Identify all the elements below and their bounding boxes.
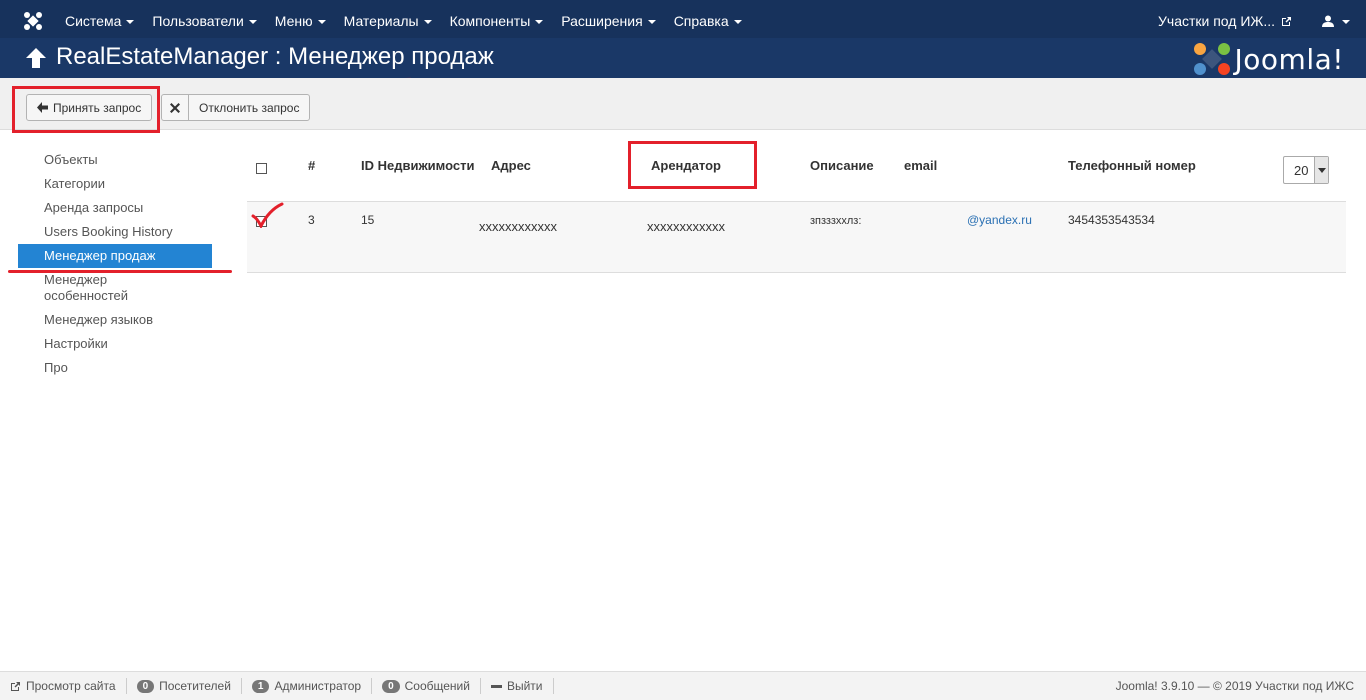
view-site-label: Просмотр сайта xyxy=(26,679,116,693)
toolbar: Принять запрос Отклонить запрос xyxy=(0,78,1366,130)
visitors-badge: 0 xyxy=(136,679,155,693)
header-phone[interactable]: Телефонный номер xyxy=(1068,158,1196,173)
cell-property-id: 15 xyxy=(361,213,375,227)
sidebar-item-about[interactable]: Про xyxy=(18,356,212,380)
logout-link[interactable]: Выйти xyxy=(481,678,554,694)
caret-down-icon xyxy=(317,20,326,24)
sidebar-item-objects[interactable]: Объекты xyxy=(18,148,212,172)
messages-badge: 0 xyxy=(382,679,400,693)
joomla-brand-icon xyxy=(1193,43,1230,75)
menu-extensions[interactable]: Расширения xyxy=(552,0,664,42)
user-menu[interactable] xyxy=(1322,15,1350,27)
menu-label: Справка xyxy=(673,13,729,29)
page: Система Пользователи Меню Материалы Комп… xyxy=(0,0,1366,700)
menu-help[interactable]: Справка xyxy=(665,0,751,42)
messages-status[interactable]: 0 Сообщений xyxy=(372,678,481,694)
reject-request-label: Отклонить запрос xyxy=(199,100,300,115)
header-num[interactable]: # xyxy=(308,158,315,173)
messages-label: Сообщений xyxy=(404,679,470,693)
menu-system[interactable]: Система xyxy=(56,0,143,42)
menu-label: Расширения xyxy=(561,13,643,29)
list-limit-value: 20 xyxy=(1294,163,1309,178)
logout-label: Выйти xyxy=(506,679,543,693)
title-bar: RealEstateManager : Менеджер продаж Joom… xyxy=(0,38,1366,78)
header-property-id[interactable]: ID Недвижимости xyxy=(361,158,474,173)
menu-label: Меню xyxy=(274,13,313,29)
menu-components[interactable]: Компоненты xyxy=(441,0,553,42)
external-link-icon xyxy=(11,681,20,691)
status-footer: Просмотр сайта 0 Посетителей 1 Администр… xyxy=(0,671,1366,700)
cell-num: 3 xyxy=(308,213,315,227)
close-icon-box xyxy=(162,95,189,120)
menu-label: Пользователи xyxy=(152,13,244,29)
cell-description: зпзззхxлз: xyxy=(810,215,862,227)
reject-request-button[interactable]: Отклонить запрос xyxy=(161,94,311,121)
cell-email-link[interactable]: @yandex.ru xyxy=(967,213,1032,227)
sidebar-item-booking-history[interactable]: Users Booking History xyxy=(18,220,212,244)
navbar-right: Участки под ИЖ... xyxy=(1158,0,1350,42)
annotation-box-renter xyxy=(628,141,757,189)
site-link-label: Участки под ИЖ... xyxy=(1158,13,1275,29)
menu-menus[interactable]: Меню xyxy=(266,0,335,42)
joomla-brand: Joomla! xyxy=(1193,42,1344,76)
cell-phone: 3454353543534 xyxy=(1068,213,1155,227)
site-link[interactable]: Участки под ИЖ... xyxy=(1158,13,1292,29)
sidebar-item-settings[interactable]: Настройки xyxy=(18,332,212,356)
top-navbar: Система Пользователи Меню Материалы Комп… xyxy=(0,0,1366,42)
admins-badge: 1 xyxy=(251,679,270,693)
menu-content[interactable]: Материалы xyxy=(335,0,441,42)
sidebar-item-features-manager[interactable]: Менеджер особенностей xyxy=(18,268,168,308)
caret-down-icon xyxy=(423,20,432,24)
sidebar-item-languages-manager[interactable]: Менеджер языков xyxy=(18,308,212,332)
menu-label: Материалы xyxy=(343,13,419,29)
joomla-logo-icon[interactable] xyxy=(22,10,44,32)
cell-address: xxxxxxxxxxxx xyxy=(479,219,557,234)
menu-users[interactable]: Пользователи xyxy=(143,0,265,42)
caret-down-icon xyxy=(535,20,544,24)
minus-icon xyxy=(490,684,502,688)
visitors-status: 0 Посетителей xyxy=(127,678,242,694)
list-limit-select[interactable]: 20 xyxy=(1283,156,1329,184)
sidebar-item-categories[interactable]: Категории xyxy=(18,172,212,196)
chevron-down-icon xyxy=(1314,157,1328,183)
page-title: RealEstateManager : Менеджер продаж xyxy=(56,43,494,70)
sidebar-item-sales-manager[interactable]: Менеджер продаж xyxy=(18,244,212,268)
caret-down-icon xyxy=(126,20,135,24)
view-site-link[interactable]: Просмотр сайта xyxy=(0,678,127,694)
table-row[interactable]: 3 15 xxxxxxxxxxxx xxxxxxxxxxxx зпзззхxлз… xyxy=(247,202,1346,273)
header-description[interactable]: Описание xyxy=(810,158,874,173)
cell-renter: xxxxxxxxxxxx xyxy=(647,219,725,234)
caret-down-icon xyxy=(733,20,742,24)
admins-label: Администратор xyxy=(274,679,362,693)
menu-label: Система xyxy=(65,13,122,29)
sidebar-item-rent-requests[interactable]: Аренда запросы xyxy=(18,196,212,220)
annotation-underline xyxy=(8,270,232,273)
checkmark-annotation-icon xyxy=(251,202,284,228)
close-icon xyxy=(170,102,180,113)
copyright: Joomla! 3.9.10 — © 2019 Участки под ИЖС xyxy=(1115,679,1354,693)
caret-down-icon xyxy=(1342,20,1350,24)
arrow-up-icon xyxy=(26,48,46,68)
caret-down-icon xyxy=(647,20,656,24)
caret-down-icon xyxy=(248,20,257,24)
menu-label: Компоненты xyxy=(449,13,531,29)
admins-status: 1 Администратор xyxy=(242,678,373,694)
user-icon xyxy=(1322,15,1334,27)
external-link-icon xyxy=(1282,16,1291,26)
header-email[interactable]: email xyxy=(904,158,937,173)
joomla-brand-text: Joomla! xyxy=(1234,42,1344,76)
annotation-box-accept xyxy=(12,86,160,133)
visitors-label: Посетителей xyxy=(159,679,231,693)
select-all-checkbox[interactable] xyxy=(256,163,267,174)
table-header: # ID Недвижимости Адрес Арендатор Описан… xyxy=(247,148,1346,202)
main-menu: Система Пользователи Меню Материалы Комп… xyxy=(56,0,751,42)
sales-table: # ID Недвижимости Адрес Арендатор Описан… xyxy=(247,148,1346,273)
header-address[interactable]: Адрес xyxy=(491,158,531,173)
sidebar: Объекты Категории Аренда запросы Users B… xyxy=(18,148,212,380)
